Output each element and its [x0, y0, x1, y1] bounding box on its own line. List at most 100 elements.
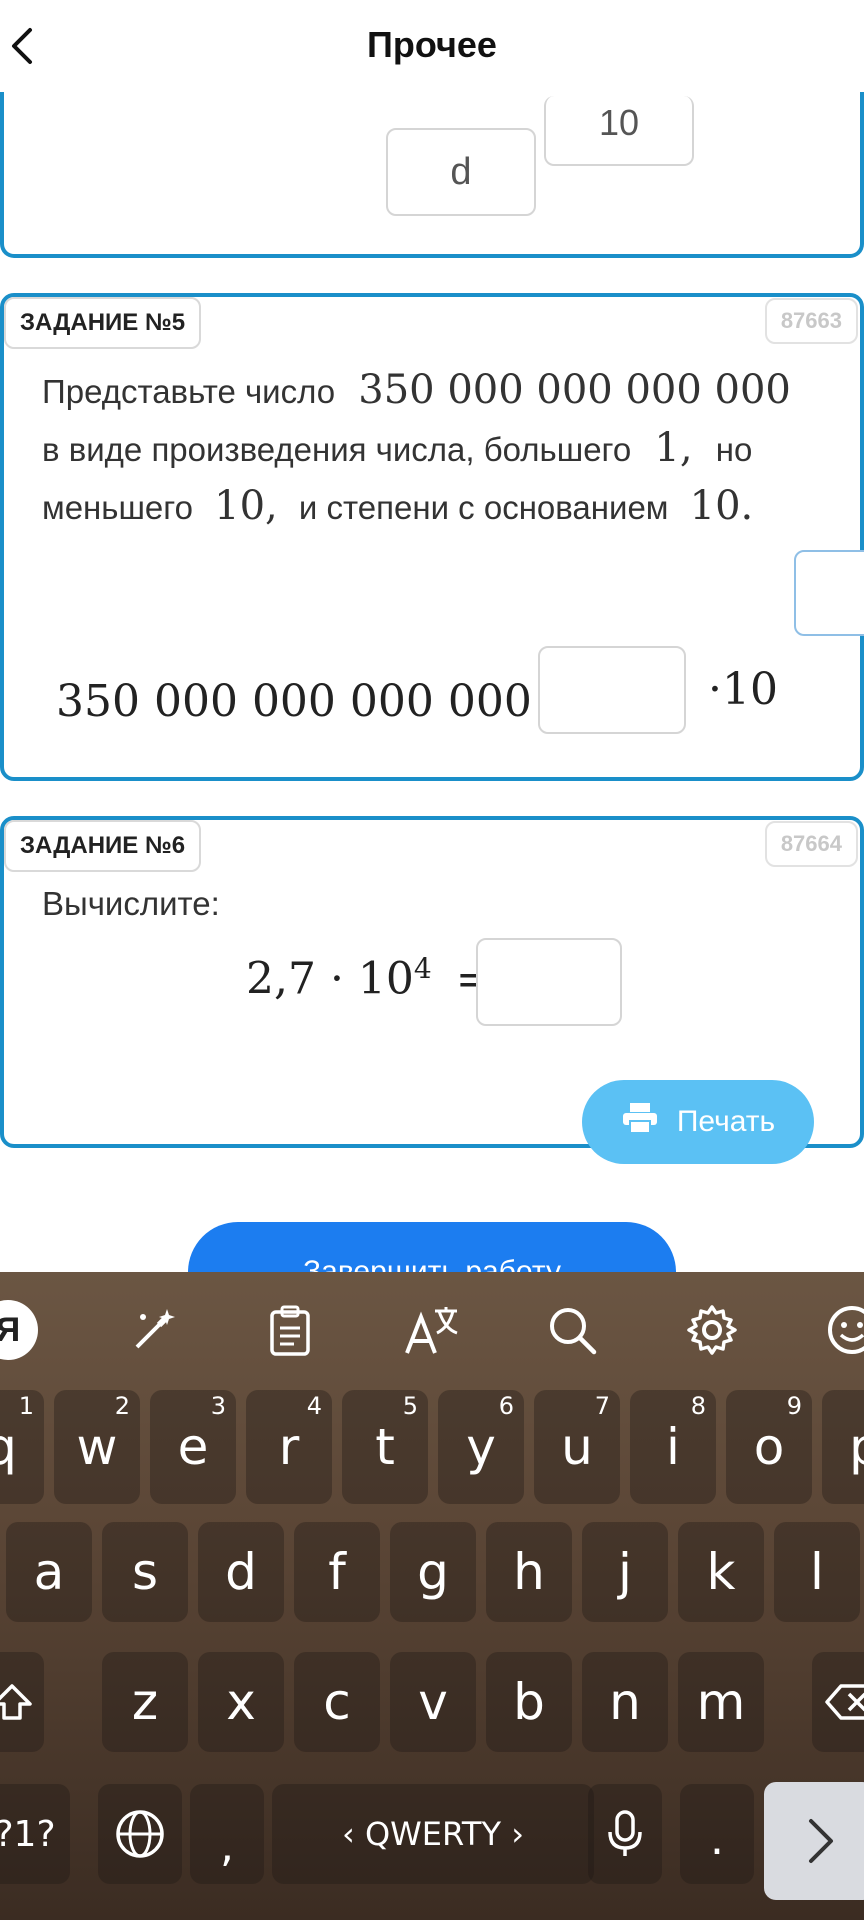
- period-key-label: .: [710, 1813, 724, 1865]
- key-i-number-hint: 8: [690, 1392, 706, 1420]
- answer-box-10-value: 10: [598, 102, 640, 143]
- answer-box-d[interactable]: d: [386, 128, 536, 216]
- clipboard-icon[interactable]: [258, 1298, 322, 1362]
- key-v-label: v: [418, 1673, 448, 1731]
- key-u[interactable]: u7: [534, 1390, 620, 1504]
- task-6-instruction: Вычислите:: [42, 885, 220, 922]
- settings-gear-icon[interactable]: [680, 1298, 744, 1362]
- shift-key[interactable]: [0, 1652, 44, 1752]
- symbols-key-label: ?1?: [0, 1813, 56, 1855]
- key-i-label: i: [666, 1418, 680, 1476]
- task-5-equation-left: 350 000 000 000 000 =: [56, 676, 583, 727]
- key-o-number-hint: 9: [786, 1392, 802, 1420]
- key-u-number-hint: 7: [594, 1392, 610, 1420]
- task-5-exponent-input[interactable]: [794, 550, 864, 636]
- key-r-label: r: [278, 1418, 300, 1476]
- key-j-label: j: [618, 1543, 632, 1601]
- comma-key[interactable]: ,: [190, 1784, 264, 1884]
- task-5-ten-end: 10.: [689, 483, 754, 529]
- period-key[interactable]: .: [680, 1784, 754, 1884]
- enter-key[interactable]: [764, 1782, 864, 1900]
- task-5-ten: 10,: [214, 483, 278, 529]
- key-t[interactable]: t5: [342, 1390, 428, 1504]
- key-c-label: c: [323, 1673, 351, 1731]
- key-h[interactable]: h: [486, 1522, 572, 1622]
- key-i[interactable]: i8: [630, 1390, 716, 1504]
- globe-icon: [116, 1810, 164, 1858]
- key-y-number-hint: 6: [498, 1392, 514, 1420]
- task-5-line-3: меньшего 10, и степени с основанием 10.: [42, 478, 842, 536]
- symbols-key[interactable]: ?1?: [0, 1784, 70, 1884]
- task-6-answer-input[interactable]: [476, 938, 622, 1026]
- space-key-label: ‹ QWERTY ›: [342, 1815, 524, 1853]
- key-x-label: x: [226, 1673, 256, 1731]
- key-p-label: p: [849, 1418, 864, 1476]
- key-b-label: b: [513, 1673, 545, 1731]
- task-5-one: 1,: [654, 425, 693, 471]
- task-5-text: Представьте число 350 000 000 000 000 в …: [42, 362, 842, 536]
- key-s[interactable]: s: [102, 1522, 188, 1622]
- comma-key-label: ,: [220, 1820, 234, 1872]
- key-v[interactable]: v: [390, 1652, 476, 1752]
- yandex-logo-icon[interactable]: Я: [0, 1298, 40, 1362]
- task-5-text-part-2: в виде произведения числа, большего: [42, 431, 632, 468]
- key-e[interactable]: e3: [150, 1390, 236, 1504]
- task-5-text-part-5: и степени с основанием: [298, 489, 669, 526]
- task-5-answer-input[interactable]: [538, 646, 686, 734]
- magic-wand-icon[interactable]: [122, 1298, 186, 1362]
- key-z[interactable]: z: [102, 1652, 188, 1752]
- key-a-label: a: [33, 1543, 65, 1601]
- microphone-key[interactable]: [588, 1784, 662, 1884]
- key-q[interactable]: q1: [0, 1390, 44, 1504]
- key-z-label: z: [131, 1673, 159, 1731]
- on-screen-keyboard: Я q1w2e3r4t5y6u7i8o9p0 asdfghjkl zxcvbnm: [0, 1272, 864, 1920]
- key-m[interactable]: m: [678, 1652, 764, 1752]
- task-5-text-part-4: меньшего: [42, 489, 193, 526]
- space-key[interactable]: ‹ QWERTY ›: [272, 1784, 594, 1884]
- task-6-expression: 2,7 · 104 =: [246, 952, 493, 1005]
- key-s-label: s: [131, 1543, 159, 1601]
- key-m-label: m: [696, 1673, 746, 1731]
- key-r[interactable]: r4: [246, 1390, 332, 1504]
- backspace-key[interactable]: [812, 1652, 864, 1752]
- key-y-label: y: [466, 1418, 496, 1476]
- key-j[interactable]: j: [582, 1522, 668, 1622]
- key-x[interactable]: x: [198, 1652, 284, 1752]
- search-icon[interactable]: [540, 1298, 604, 1362]
- answer-box-10[interactable]: 10: [544, 96, 694, 166]
- emoji-icon[interactable]: [820, 1298, 864, 1362]
- key-r-number-hint: 4: [306, 1392, 322, 1420]
- key-c[interactable]: c: [294, 1652, 380, 1752]
- key-y[interactable]: y6: [438, 1390, 524, 1504]
- backspace-icon: [825, 1684, 864, 1720]
- key-w-number-hint: 2: [114, 1392, 130, 1420]
- key-h-label: h: [513, 1543, 545, 1601]
- key-f[interactable]: f: [294, 1522, 380, 1622]
- task-6-id-badge: 87664: [764, 821, 858, 867]
- key-b[interactable]: b: [486, 1652, 572, 1752]
- print-button[interactable]: Печать: [582, 1080, 814, 1164]
- language-globe-key[interactable]: [98, 1784, 182, 1884]
- translate-icon[interactable]: [398, 1298, 468, 1362]
- printer-icon: [621, 1101, 659, 1143]
- page-title-overlay: Прочее: [367, 24, 497, 65]
- key-w[interactable]: w2: [54, 1390, 140, 1504]
- key-l-label: l: [810, 1543, 824, 1601]
- key-o[interactable]: o9: [726, 1390, 812, 1504]
- key-k[interactable]: k: [678, 1522, 764, 1622]
- task-5-line-1: Представьте число 350 000 000 000 000: [42, 362, 842, 420]
- key-a[interactable]: a: [6, 1522, 92, 1622]
- key-p[interactable]: p0: [822, 1390, 864, 1504]
- key-k-label: k: [706, 1543, 736, 1601]
- header-background: Прочее: [0, 0, 864, 92]
- key-n[interactable]: n: [582, 1652, 668, 1752]
- task-5-label: ЗАДАНИЕ №5: [4, 297, 202, 349]
- key-g[interactable]: g: [390, 1522, 476, 1622]
- task-6-label: ЗАДАНИЕ №6: [4, 820, 202, 872]
- key-d-label: d: [225, 1543, 257, 1601]
- key-e-number-hint: 3: [210, 1392, 226, 1420]
- key-d[interactable]: d: [198, 1522, 284, 1622]
- key-q-number-hint: 1: [18, 1392, 34, 1420]
- task-5-line-2: в виде произведения числа, большего 1, н…: [42, 420, 842, 478]
- key-l[interactable]: l: [774, 1522, 860, 1622]
